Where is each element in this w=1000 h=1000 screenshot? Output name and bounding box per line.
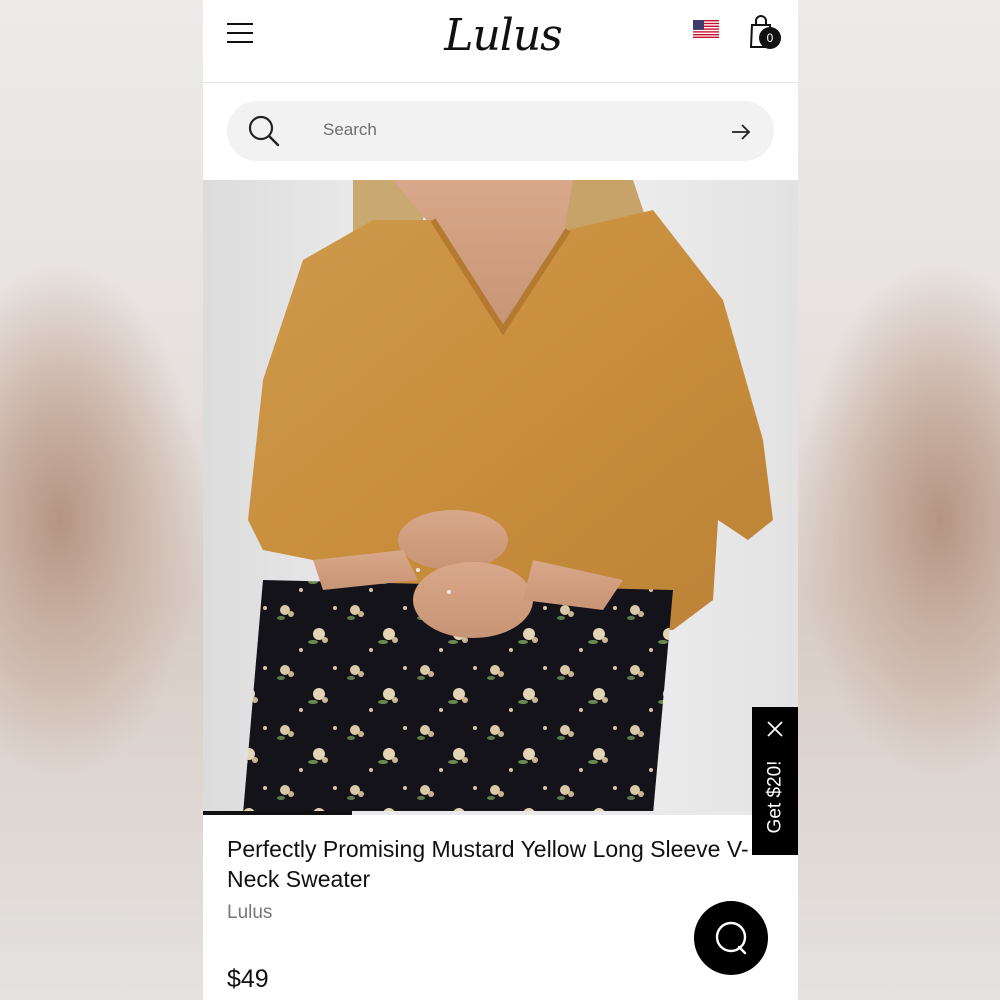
search-icon <box>248 115 280 147</box>
mobile-page: Lulus 0 Search Get $20! Perfectly Promis… <box>203 0 798 1000</box>
product-title: Perfectly Promising Mustard Yellow Long … <box>227 836 749 892</box>
promo-label-wrap: Get $20! <box>752 747 798 847</box>
image-carousel-progress-fill <box>203 811 352 815</box>
arrow-right-icon[interactable] <box>730 121 752 143</box>
close-icon[interactable] <box>766 720 784 738</box>
search-input[interactable]: Search <box>227 101 774 161</box>
site-header: Lulus 0 <box>203 0 798 83</box>
chat-icon <box>715 921 747 955</box>
us-flag-icon[interactable] <box>693 20 719 38</box>
product-brand[interactable]: Lulus <box>227 902 272 924</box>
product-price: $49 <box>227 965 269 993</box>
site-logo[interactable]: Lulus <box>443 8 563 64</box>
product-photo[interactable] <box>203 180 798 814</box>
menu-icon[interactable] <box>227 22 253 44</box>
search-placeholder: Search <box>323 120 377 139</box>
product-photo-illustration <box>243 180 773 814</box>
image-carousel-progress <box>203 811 798 815</box>
promo-label[interactable]: Get $20! <box>764 761 786 834</box>
cart-count-badge: 0 <box>759 27 781 49</box>
promo-tab[interactable]: Get $20! <box>752 707 798 855</box>
chat-button[interactable] <box>694 901 768 975</box>
